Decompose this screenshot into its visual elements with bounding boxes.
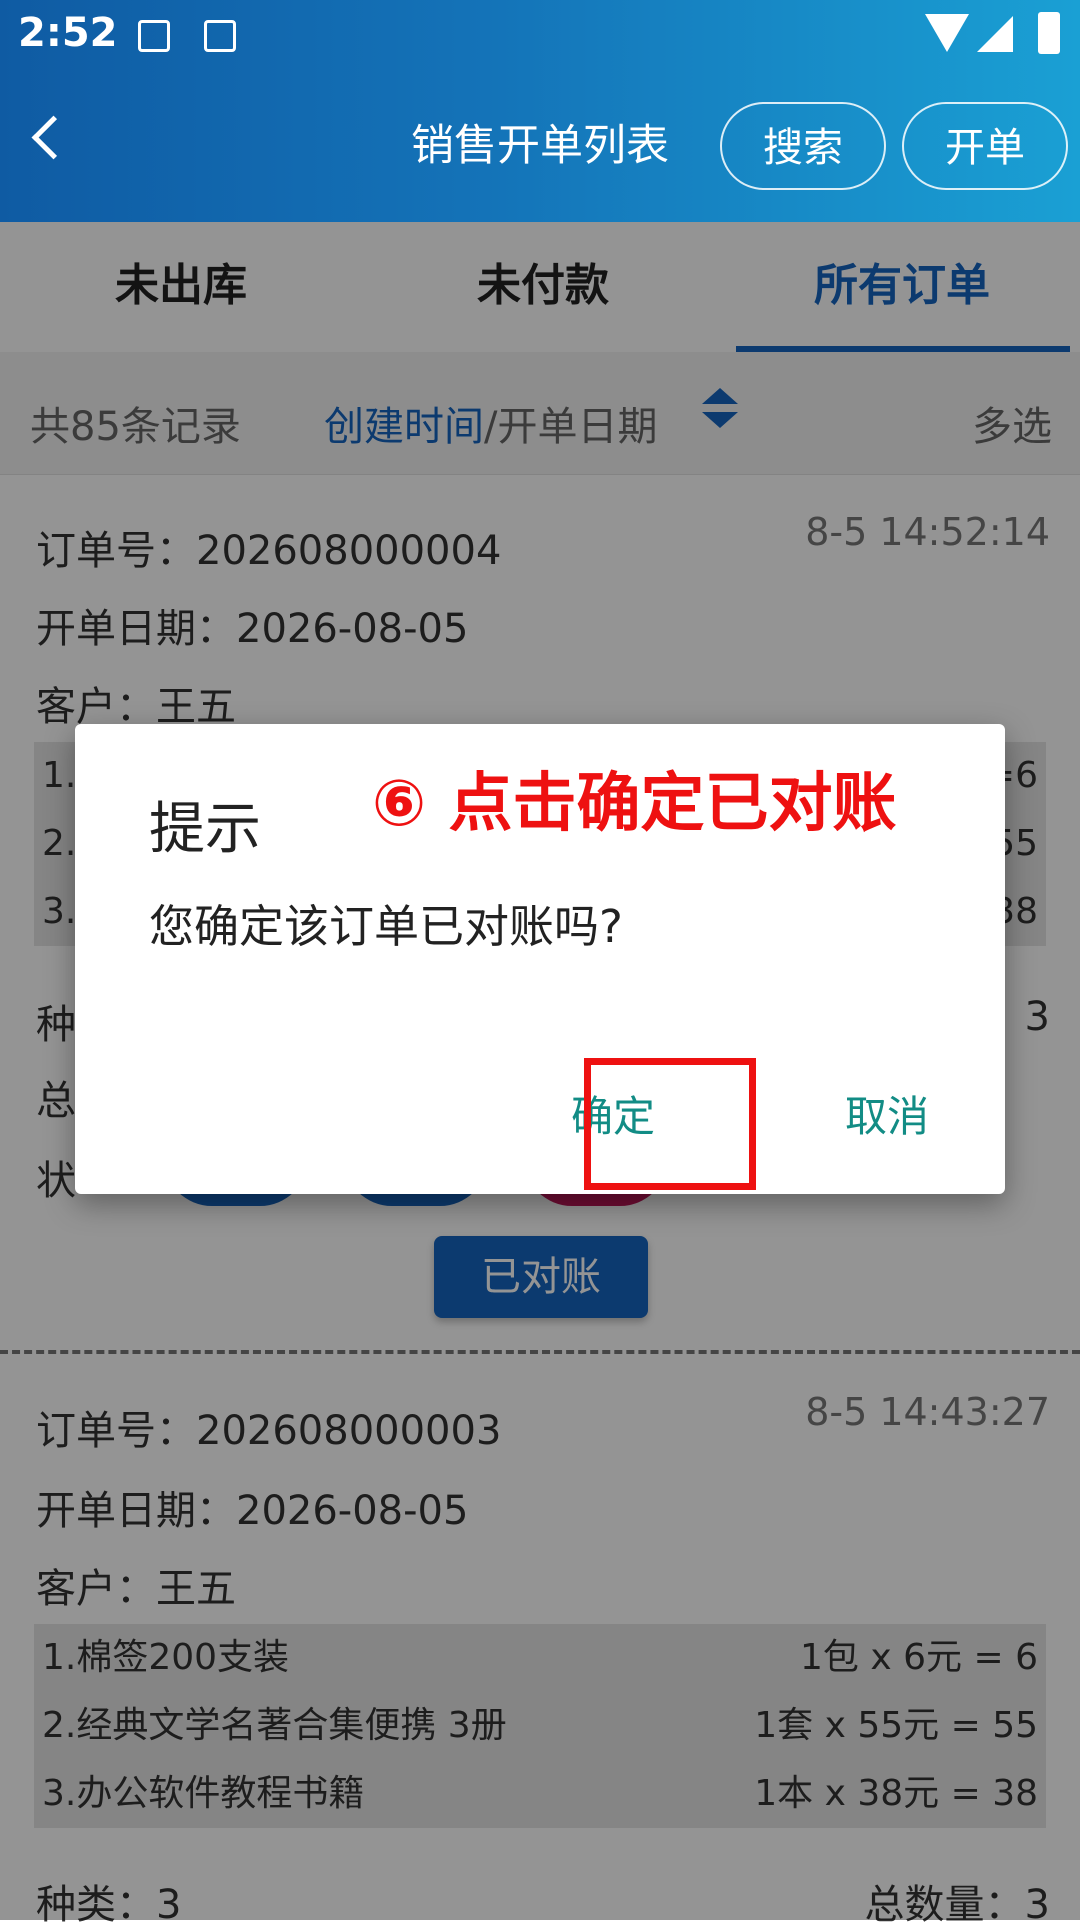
status-time: 2:52 xyxy=(18,10,118,56)
highlight-box xyxy=(584,1058,756,1190)
battery-icon xyxy=(1038,12,1060,54)
image-notification-icon xyxy=(138,20,170,52)
tutorial-annotation: ⑥ 点击确定已对账 xyxy=(372,767,897,841)
back-arrow-icon[interactable] xyxy=(31,115,76,160)
search-button[interactable]: 搜索 xyxy=(720,102,886,190)
status-bar: 2:52 xyxy=(0,0,1080,72)
cancel-button[interactable]: 取消 xyxy=(827,1086,947,1148)
signal-icon xyxy=(977,16,1013,52)
app-bar: 2:52 销售开单列表 搜索 开单 xyxy=(0,0,1080,222)
create-order-button[interactable]: 开单 xyxy=(902,102,1068,190)
wifi-icon xyxy=(925,14,969,52)
text-notification-icon xyxy=(204,20,236,52)
dialog-message: 您确定该订单已对账吗? xyxy=(149,900,623,953)
dialog-title: 提示 xyxy=(149,797,261,862)
page-title: 销售开单列表 xyxy=(411,121,669,171)
